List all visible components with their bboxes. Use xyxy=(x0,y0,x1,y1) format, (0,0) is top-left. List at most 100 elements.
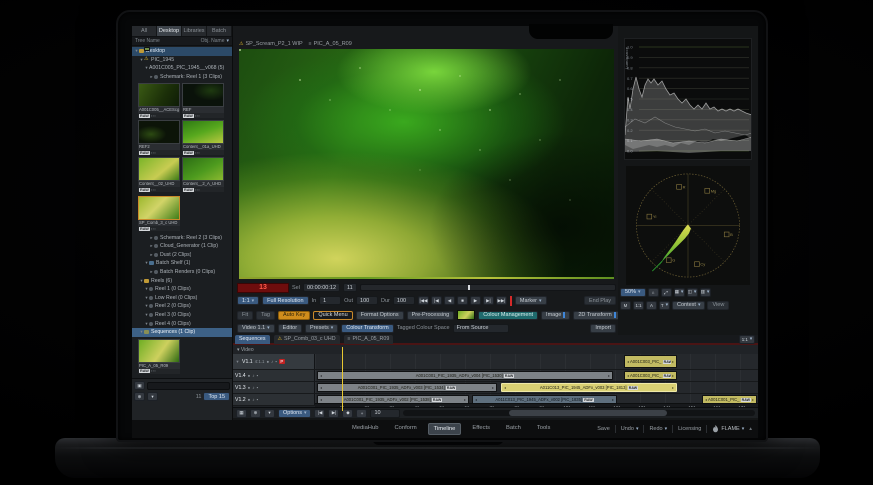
timeline-clip[interactable]: ◂A001C001_PIC_1935_ADFx_v003 [PIC_1534] … xyxy=(317,383,497,392)
clip-left-handle[interactable]: ◂ xyxy=(705,397,707,402)
out-field[interactable]: 100 xyxy=(356,296,378,305)
options-dropdown[interactable]: Options xyxy=(278,409,311,418)
viewer-tab[interactable]: ⚠SP_Scream_P2_1 WIP xyxy=(239,41,303,47)
filter-icon[interactable]: ▣ xyxy=(134,381,145,390)
add-item-button[interactable]: ⊕ xyxy=(134,392,145,401)
fx-node-2d-transform[interactable]: 2D Transform xyxy=(573,311,620,320)
split-view-icon[interactable]: ◫ xyxy=(687,288,698,297)
fx-node-colour-management[interactable]: Colour Management xyxy=(478,311,538,320)
clip-right-handle[interactable]: ▸ xyxy=(608,373,610,378)
track-header[interactable]: V1.2●♪▪ xyxy=(233,394,315,405)
viewer-tab[interactable]: ≡PIC_A_05_R09 xyxy=(309,41,352,47)
frame-field[interactable]: 11 xyxy=(343,283,357,292)
tree-item[interactable]: ▾Reel 4 (0 Clips) xyxy=(132,319,232,328)
clip-right-handle[interactable]: ▸ xyxy=(492,385,494,390)
prev-cut-icon[interactable]: |◀ xyxy=(314,409,325,418)
clip-left-handle[interactable]: ◂ xyxy=(320,397,322,402)
redo-dropdown[interactable]: Redo xyxy=(649,426,667,432)
tree-item[interactable]: ▸Dust (2 Clips) xyxy=(132,251,232,260)
module-tools[interactable]: Tools xyxy=(532,423,556,435)
track-header[interactable]: V1.3●♪▪ xyxy=(233,382,315,393)
fit-button[interactable]: Fit xyxy=(237,311,253,320)
module-effects[interactable]: Effects xyxy=(467,423,495,435)
end-play-button[interactable]: End Play xyxy=(584,296,616,305)
track-expander-icon[interactable]: ▾ xyxy=(235,359,240,365)
track-audio-icon[interactable]: ♪ xyxy=(271,359,273,364)
media-thumbnail[interactable]: REFRAW▪▪▪ xyxy=(182,83,224,118)
tree-item[interactable]: ▸Schemark: Reel 2 (3 Clips) xyxy=(132,233,232,242)
undo-dropdown[interactable]: Undo xyxy=(621,426,639,432)
editor-button[interactable]: Editor xyxy=(278,324,302,333)
timeline-tab[interactable]: ≡PIC_A_05_R09 xyxy=(344,335,394,344)
zoom-level-dropdown[interactable]: 50% xyxy=(620,288,646,297)
media-thumbnail[interactable]: REF2RAW▪▪▪ xyxy=(138,120,180,155)
mode-button-a[interactable]: A xyxy=(646,301,657,310)
track-header[interactable]: ▾V1.14:1.1●♪▪P xyxy=(233,354,315,369)
tagged-colour-space-value[interactable]: From Source xyxy=(453,324,509,333)
mode-button-t[interactable]: T xyxy=(659,301,670,310)
fx-node-image[interactable]: Image xyxy=(541,311,570,320)
clip-left-handle[interactable]: ◂ xyxy=(627,373,629,378)
grid-layout-icon[interactable]: ▦ xyxy=(674,288,685,297)
add-marker-icon[interactable]: + xyxy=(356,409,367,418)
expand-icon[interactable]: ⤢ xyxy=(661,288,672,297)
clip-left-handle[interactable]: ◂ xyxy=(504,385,506,390)
timeline-playhead[interactable] xyxy=(342,347,343,411)
add-item-dropdown[interactable]: ▾ xyxy=(147,392,158,401)
tree-item[interactable]: ▾Reel 3 (0 Clips) xyxy=(132,311,232,320)
clip-left-handle[interactable]: ◂ xyxy=(475,397,477,402)
timeline-zoom-field[interactable]: 10 xyxy=(370,409,400,418)
tree-item[interactable]: ▾Low Reel (0 Clips) xyxy=(132,294,232,303)
tree-item[interactable]: ▾⚠PIC_1945 xyxy=(132,56,232,65)
media-thumbnail[interactable]: Content__01a_UHDRAW▪▪▪ xyxy=(182,120,224,155)
collapse-arrow-icon[interactable]: ▴ xyxy=(749,426,752,432)
context-dropdown[interactable]: Context xyxy=(672,301,705,310)
media-tab-all[interactable]: All xyxy=(132,26,157,36)
tree-item[interactable]: ▾Reel 1 (0 Clips) xyxy=(132,285,232,294)
track-lock-icon[interactable]: ▪ xyxy=(275,359,277,364)
tag-button[interactable]: Tag xyxy=(256,311,275,320)
tree-item[interactable]: ▾A001C005_PIC_1945__v068 (5) xyxy=(132,64,232,73)
home-icon[interactable]: ⌂ xyxy=(648,288,659,297)
add-track-dropdown[interactable]: ▾ xyxy=(264,409,275,418)
proxy-dropdown[interactable]: 1:1 xyxy=(237,296,259,305)
transport-button-2[interactable]: ◀ xyxy=(444,296,455,305)
track-audio-icon[interactable]: ♪ xyxy=(252,397,254,402)
module-mediahub[interactable]: MediaHub xyxy=(347,423,383,435)
media-thumbnail[interactable]: SP_Comb_3_c UHDRAW▪▪▪ xyxy=(138,196,180,231)
track-audio-icon[interactable]: ♪ xyxy=(252,373,254,378)
module-conform[interactable]: Conform xyxy=(389,423,421,435)
timeline-scrollbar-thumb[interactable] xyxy=(509,410,667,416)
track-lock-icon[interactable]: ▪ xyxy=(257,373,259,378)
clip-left-handle[interactable]: ◂ xyxy=(320,385,322,390)
track-lock-icon[interactable]: ▪ xyxy=(257,385,259,390)
flame-brand[interactable]: FLAME xyxy=(712,425,744,433)
media-thumbnail[interactable]: A001C005__ACEScgRAW▪▪▪ xyxy=(138,83,180,118)
vectorscope[interactable]: RMgBCyGYl xyxy=(626,166,750,285)
view-button[interactable]: View xyxy=(707,301,729,310)
add-track-button[interactable]: ⊕ xyxy=(250,409,261,418)
rows-layout-icon[interactable]: ▥ xyxy=(700,288,711,297)
obj-name-sort[interactable]: Obj. Name xyxy=(201,38,229,44)
fx-node-thumbnail[interactable] xyxy=(457,310,475,320)
transport-button-0[interactable]: |◀◀ xyxy=(418,296,429,305)
clip-left-handle[interactable]: ◂ xyxy=(627,359,629,364)
track-selector-dropdown[interactable]: Video 1.1 xyxy=(237,324,275,333)
timeline-zoom-ratio[interactable]: 1:1 xyxy=(739,335,755,344)
track-visibility-icon[interactable]: ● xyxy=(248,385,251,390)
licensing-button[interactable]: Licensing xyxy=(678,426,701,432)
media-search-input[interactable] xyxy=(147,382,230,390)
tree-name-header[interactable]: Tree Name xyxy=(135,38,160,44)
tree-item[interactable]: ▸Batch Renders (0 Clips) xyxy=(132,268,232,277)
tree-item[interactable]: ▾Batch Shelf (1) xyxy=(132,259,232,268)
colour-transform-button[interactable]: Colour Transform xyxy=(341,324,394,333)
marker-dropdown[interactable]: Marker xyxy=(515,296,547,305)
timeline-clip[interactable]: ◂A001C003_PIC_ RAW▸ xyxy=(624,371,677,380)
transport-button-1[interactable]: |◀ xyxy=(431,296,442,305)
media-thumbnail[interactable]: Content__2_A_UHDRAW▪▪▪ xyxy=(182,157,224,192)
scrub-playhead[interactable] xyxy=(468,285,470,290)
save-button[interactable]: Save xyxy=(597,426,610,432)
timeline-clip[interactable]: ◂A001C001_PIC_1935_ADFx_v004 [PIC_1530] … xyxy=(317,371,613,380)
in-field[interactable]: 1 xyxy=(319,296,341,305)
mode-button-m[interactable]: M xyxy=(620,301,631,310)
